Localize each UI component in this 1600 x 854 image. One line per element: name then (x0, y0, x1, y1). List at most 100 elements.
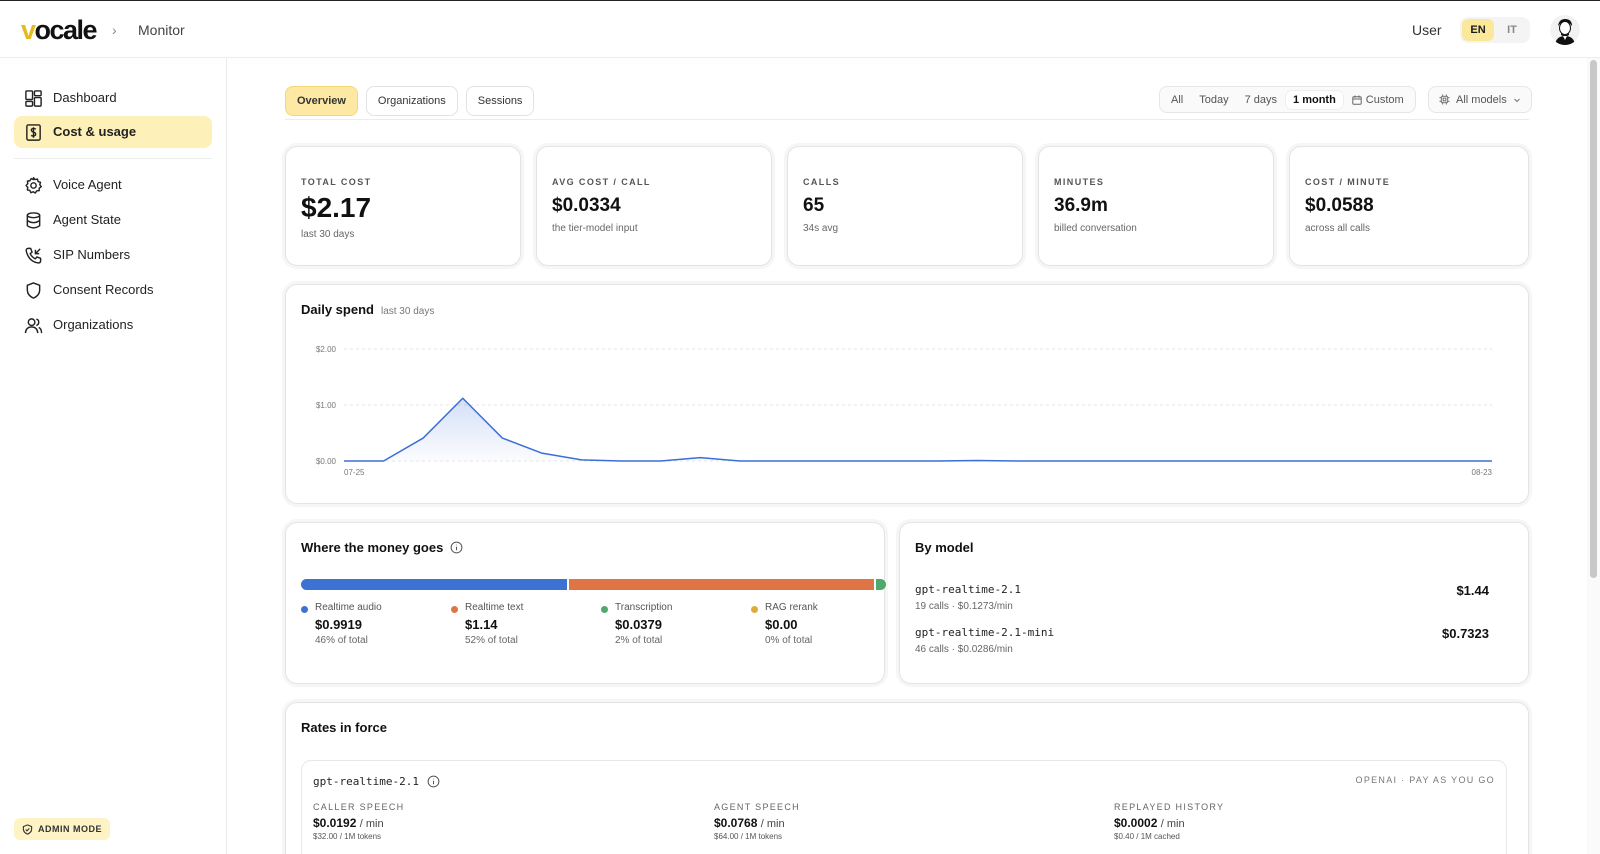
range-today[interactable]: Today (1192, 91, 1235, 109)
chart-point (1095, 460, 1097, 462)
sidebar-item-label: Organizations (53, 317, 134, 332)
rate-value-row: $0.0192 / min (313, 816, 404, 830)
chart-y-tick-label: $2.00 (316, 345, 337, 354)
tab-organizations[interactable]: Organizations (365, 86, 458, 116)
chart-point (1491, 460, 1493, 462)
rate-model-name: gpt-realtime-2.1 (313, 775, 440, 788)
stat-value: $2.17 (301, 192, 372, 223)
stat-label: TOTAL COST (301, 177, 372, 187)
range-7-days[interactable]: 7 days (1238, 91, 1284, 109)
avatar[interactable] (1550, 15, 1580, 45)
range-all[interactable]: All (1164, 91, 1190, 109)
chart-point (580, 459, 582, 461)
sidebar-item-label: Agent State (53, 212, 121, 227)
chart-x-tick-label: 07-25 (344, 468, 365, 477)
stat-card-avg-cost-call: AVG COST / CALL $0.0334 the tier-model i… (536, 146, 772, 266)
rate-unit: / min (359, 818, 384, 830)
models-filter-dropdown[interactable]: All models (1428, 86, 1532, 113)
legend-dot (301, 606, 308, 613)
language-toggle: EN IT (1460, 17, 1530, 43)
chart-point (1174, 460, 1176, 462)
chart-point (1253, 460, 1255, 462)
lang-it-button[interactable]: IT (1496, 19, 1528, 41)
range-custom[interactable]: Custom (1345, 91, 1411, 109)
info-icon[interactable] (427, 775, 440, 788)
legend-dot (751, 606, 758, 613)
sidebar-item-dashboard[interactable]: Dashboard (14, 82, 212, 114)
sidebar-item-label: SIP Numbers (53, 247, 131, 262)
tab-overview[interactable]: Overview (285, 86, 358, 116)
sidebar-item-cost-usage[interactable]: Cost & usage (14, 116, 212, 148)
chart-area-fill (344, 398, 1492, 461)
range-1-month[interactable]: 1 month (1286, 90, 1343, 109)
stat-sub: the tier-model input (552, 223, 638, 234)
sidebar-item-sip-numbers[interactable]: SIP Numbers (14, 239, 212, 271)
lang-en-button[interactable]: EN (1462, 19, 1494, 41)
chart-point (1332, 460, 1334, 462)
sidebar-item-organizations[interactable]: Organizations (14, 309, 212, 341)
chart-point (659, 460, 661, 462)
stat-label: CALLS (803, 177, 840, 187)
sidebar-item-agent-state[interactable]: Agent State (14, 204, 212, 236)
rate-unit: / min (1160, 818, 1185, 830)
stat-card-calls: CALLS 65 34s avg (787, 146, 1023, 266)
tab-sessions[interactable]: Sessions (465, 86, 535, 116)
admin-mode-badge[interactable]: ADMIN MODE (14, 818, 110, 840)
rates-card: Rates in force gpt-realtime-2.1 OPENAI ·… (285, 702, 1529, 854)
chart-point (1412, 460, 1414, 462)
sidebar-item-consent-records[interactable]: Consent Records (14, 274, 212, 306)
legend-amount: $1.14 (465, 617, 498, 632)
rate-caller-speech: CALLER SPEECH $0.0192 / min $32.00 / 1M … (313, 802, 404, 841)
info-icon[interactable] (450, 541, 463, 554)
chart-y-tick-label: $0.00 (316, 457, 337, 466)
rate-model-label: gpt-realtime-2.1 (313, 775, 419, 788)
user-avatar-icon (1550, 15, 1580, 45)
chart-point (1135, 460, 1137, 462)
model-cost: $0.7323 (1442, 626, 1489, 641)
chart-point (462, 397, 464, 399)
phone-incoming-icon (25, 247, 42, 264)
range-custom-label: Custom (1365, 93, 1404, 106)
scrollbar-thumb[interactable] (1590, 60, 1597, 578)
shield-check-icon (22, 823, 33, 835)
by-model-title: By model (915, 540, 974, 555)
model-row[interactable]: gpt-realtime-2.1-mini 46 calls · $0.0286… (915, 626, 1489, 660)
legend-amount: $0.9919 (315, 617, 362, 632)
chart-point (343, 460, 345, 462)
breadcrumb-monitor[interactable]: Monitor (138, 21, 185, 39)
stat-label: AVG COST / CALL (552, 177, 651, 187)
by-model-card: By model gpt-realtime-2.1 19 calls · $0.… (899, 522, 1529, 684)
legend-percent: 46% of total (315, 635, 368, 646)
stat-label: MINUTES (1054, 177, 1105, 187)
sidebar-item-label: Dashboard (53, 90, 117, 105)
chart-point (937, 460, 939, 462)
chart-point (699, 456, 701, 458)
daily-spend-chart: $2.00 $1.00 $0.00 07-25 08-23 (316, 345, 1493, 477)
sidebar-item-voice-agent[interactable]: Voice Agent (14, 169, 212, 201)
legend-dot (601, 606, 608, 613)
main-content: Overview Organizations Sessions All Toda… (227, 58, 1600, 854)
sidebar: Dashboard Cost & usage Voice Agent Agent… (0, 58, 227, 854)
view-tabs: Overview Organizations Sessions (285, 86, 535, 116)
chart-point (897, 460, 899, 462)
legend-amount: $0.0379 (615, 617, 662, 632)
rate-sub: $0.40 / 1M cached (1114, 832, 1180, 841)
stat-card-cost-per-minute: COST / MINUTE $0.0588 across all calls (1289, 146, 1529, 266)
chart-point (541, 452, 543, 454)
rate-sub: $64.00 / 1M tokens (714, 832, 783, 841)
date-range-selector: All Today 7 days 1 month Custom (1159, 86, 1416, 113)
legend-dot (451, 606, 458, 613)
chart-point (976, 459, 978, 461)
shield-icon (26, 281, 41, 299)
money-bar-segment (301, 579, 567, 590)
models-filter-label: All models (1456, 93, 1507, 106)
model-row[interactable]: gpt-realtime-2.1 19 calls · $0.1273/min … (915, 583, 1489, 617)
rate-value-row: $0.0002 / min (1114, 816, 1224, 830)
money-bar-segment (876, 579, 886, 590)
chart-point (1293, 460, 1295, 462)
calendar-icon (1352, 95, 1362, 105)
rate-provider: OPENAI · PAY AS YOU GO (1355, 775, 1495, 785)
top-bar: vocale › Monitor User EN IT (0, 0, 1600, 58)
admin-mode-label: ADMIN MODE (38, 824, 102, 834)
vocale-logo[interactable]: vocale (21, 15, 98, 45)
